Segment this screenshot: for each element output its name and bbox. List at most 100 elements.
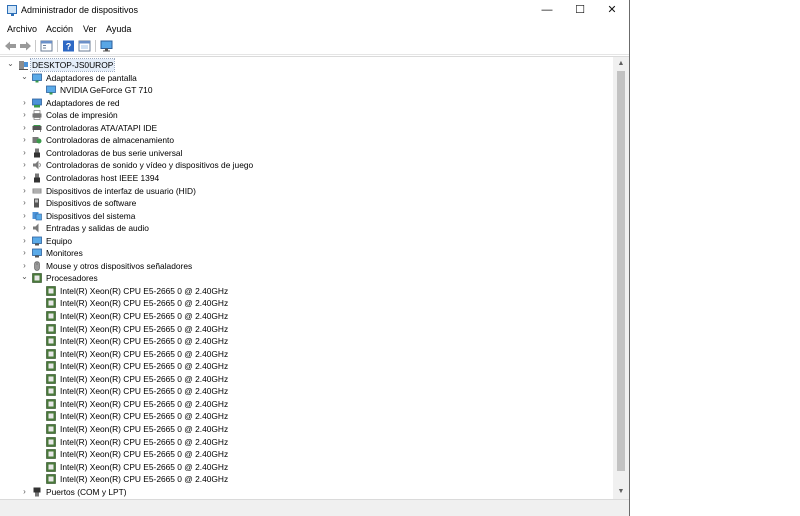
tree-device-item[interactable]: Intel(R) Xeon(R) CPU E5-2665 0 @ 2.40GHz — [0, 360, 612, 372]
view-icon[interactable] — [78, 40, 91, 52]
collapse-chevron-icon[interactable]: ⌄ — [6, 59, 15, 71]
storage-controller-icon — [32, 137, 42, 144]
toolbar-separator — [35, 40, 36, 52]
properties-icon[interactable] — [40, 40, 53, 52]
device-tree[interactable]: ⌄ DESKTOP-JS0UROP ⌄ Adaptadores de pantalla… — [0, 56, 629, 499]
maximize-button[interactable]: ☐ — [563, 0, 597, 20]
processor-icon — [46, 399, 56, 409]
scroll-down-arrow[interactable]: ▼ — [613, 485, 629, 499]
tree-item-label: Intel(R) Xeon(R) CPU E5-2665 0 @ 2.40GHz — [60, 298, 229, 309]
tree-device-item[interactable]: Intel(R) Xeon(R) CPU E5-2665 0 @ 2.40GHz — [0, 323, 612, 335]
tree-device-item[interactable]: Intel(R) Xeon(R) CPU E5-2665 0 @ 2.40GHz — [0, 423, 612, 435]
tree-category[interactable]: › Controladoras host IEEE 1394 — [0, 172, 612, 184]
tree-device-item[interactable]: Intel(R) Xeon(R) CPU E5-2665 0 @ 2.40GHz — [0, 461, 612, 473]
tree-category[interactable]: › Controladoras de bus serie universal — [0, 147, 612, 159]
processor-icon — [46, 336, 56, 346]
expand-chevron-icon[interactable]: › — [20, 210, 29, 222]
back-icon[interactable] — [4, 40, 17, 52]
tree-device-item[interactable]: Intel(R) Xeon(R) CPU E5-2665 0 @ 2.40GHz — [0, 373, 612, 385]
tree-item-label: Puertos (COM y LPT) — [46, 486, 127, 497]
tree-device-item[interactable]: Intel(R) Xeon(R) CPU E5-2665 0 @ 2.40GHz — [0, 398, 612, 410]
ieee1394-icon — [34, 173, 40, 183]
expand-chevron-icon[interactable]: › — [20, 172, 29, 184]
tree-category[interactable]: ⌄ Adaptadores de pantalla — [0, 72, 612, 84]
tree-item-label: Intel(R) Xeon(R) CPU E5-2665 0 @ 2.40GHz — [60, 361, 229, 372]
tree-category[interactable]: › Monitores — [0, 247, 612, 259]
audio-io-icon — [33, 223, 39, 233]
collapse-chevron-icon[interactable]: ⌄ — [20, 272, 29, 284]
help-icon[interactable]: ? — [62, 40, 75, 52]
tree-category[interactable]: › Colas de impresión — [0, 109, 612, 121]
minimize-button[interactable]: — — [530, 0, 564, 20]
tree-item-label: Controladoras ATA/ATAPI IDE — [46, 122, 158, 133]
tree-device-item[interactable]: NVIDIA GeForce GT 710 — [0, 84, 612, 96]
software-device-icon — [34, 198, 39, 208]
scroll-up-arrow[interactable]: ▲ — [613, 57, 629, 71]
tree-device-item[interactable]: Intel(R) Xeon(R) CPU E5-2665 0 @ 2.40GHz — [0, 436, 612, 448]
expand-chevron-icon[interactable]: › — [20, 247, 29, 259]
tree-item-label: Controladoras de bus serie universal — [46, 147, 183, 158]
tree-item-label: Intel(R) Xeon(R) CPU E5-2665 0 @ 2.40GHz — [60, 373, 229, 384]
processor-icon — [46, 298, 56, 309]
expand-chevron-icon[interactable]: › — [20, 486, 29, 498]
menu-accion[interactable]: Acción — [46, 24, 73, 34]
expand-chevron-icon[interactable]: › — [20, 109, 29, 121]
collapse-chevron-icon[interactable]: ⌄ — [20, 72, 29, 84]
tree-item-label: Intel(R) Xeon(R) CPU E5-2665 0 @ 2.40GHz — [60, 449, 229, 460]
scroll-thumb[interactable] — [617, 71, 625, 471]
expand-chevron-icon[interactable]: › — [20, 122, 29, 134]
tree-item-label: Intel(R) Xeon(R) CPU E5-2665 0 @ 2.40GHz — [60, 461, 229, 472]
usb-icon — [34, 148, 40, 158]
tree-category[interactable]: › Controladoras de sonido y vídeo y dispo… — [0, 159, 612, 171]
device-manager-window: Administrador de dispositivos — ☐ ✕ Arch… — [0, 0, 630, 516]
tree-category[interactable]: › Dispositivos del sistema — [0, 210, 612, 222]
title-bar[interactable]: Administrador de dispositivos — ☐ ✕ — [0, 0, 629, 20]
tree-device-item[interactable]: Intel(R) Xeon(R) CPU E5-2665 0 @ 2.40GHz — [0, 285, 612, 297]
tree-category[interactable]: › Adaptadores de red — [0, 97, 612, 109]
toolbar-separator — [57, 40, 58, 52]
menu-ayuda[interactable]: Ayuda — [106, 24, 131, 34]
tree-item-label: Intel(R) Xeon(R) CPU E5-2665 0 @ 2.40GHz — [60, 348, 229, 359]
expand-chevron-icon[interactable]: › — [20, 97, 29, 109]
menu-archivo[interactable]: Archivo — [7, 24, 37, 34]
tree-device-item[interactable]: Intel(R) Xeon(R) CPU E5-2665 0 @ 2.40GHz — [0, 297, 612, 309]
expand-chevron-icon[interactable]: › — [20, 222, 29, 234]
tree-category[interactable]: › Dispositivos de software — [0, 197, 612, 209]
tree-category[interactable]: ⌄ Procesadores — [0, 272, 612, 284]
tree-device-item[interactable]: Intel(R) Xeon(R) CPU E5-2665 0 @ 2.40GHz — [0, 385, 612, 397]
computer-root-icon — [19, 61, 28, 70]
tree-category[interactable]: › Entradas y salidas de audio — [0, 222, 612, 234]
tree-device-item[interactable]: Intel(R) Xeon(R) CPU E5-2665 0 @ 2.40GHz — [0, 410, 612, 422]
tree-device-item[interactable]: Intel(R) Xeon(R) CPU E5-2665 0 @ 2.40GHz — [0, 335, 612, 347]
monitor-icon[interactable] — [100, 40, 113, 52]
expand-chevron-icon[interactable]: › — [20, 134, 29, 146]
tree-category[interactable]: › Equipo — [0, 235, 612, 247]
close-button[interactable]: ✕ — [595, 0, 629, 20]
tree-category[interactable]: › Puertos (COM y LPT) — [0, 486, 612, 498]
expand-chevron-icon[interactable]: › — [20, 159, 29, 171]
tree-item-label: Intel(R) Xeon(R) CPU E5-2665 0 @ 2.40GHz — [60, 398, 229, 409]
tree-item-label: Dispositivos del sistema — [46, 210, 136, 221]
expand-chevron-icon[interactable]: › — [20, 260, 29, 272]
expand-chevron-icon[interactable]: › — [20, 197, 29, 209]
tree-category[interactable]: › Controladoras de almacenamiento — [0, 134, 612, 146]
expand-chevron-icon[interactable]: › — [20, 235, 29, 247]
tree-category[interactable]: › Mouse y otros dispositivos señaladores — [0, 260, 612, 272]
expand-chevron-icon[interactable]: › — [20, 147, 29, 159]
tree-item-label: Controladoras de sonido y vídeo y dispos… — [46, 160, 254, 171]
tree-root-computer[interactable]: ⌄ DESKTOP-JS0UROP — [0, 58, 612, 72]
tree-device-item[interactable]: Intel(R) Xeon(R) CPU E5-2665 0 @ 2.40GHz — [0, 348, 612, 360]
forward-icon[interactable] — [19, 40, 32, 52]
tree-item-label: Adaptadores de red — [46, 97, 120, 108]
tree-device-item[interactable]: Intel(R) Xeon(R) CPU E5-2665 0 @ 2.40GHz — [0, 310, 612, 322]
menu-ver[interactable]: Ver — [83, 24, 97, 34]
tree-item-label: Mouse y otros dispositivos señaladores — [46, 260, 193, 271]
tree-category[interactable]: › Dispositivos de interfaz de usuario (HI… — [0, 185, 612, 197]
tree-item-label: Controladoras host IEEE 1394 — [46, 172, 160, 183]
tree-device-item[interactable]: Intel(R) Xeon(R) CPU E5-2665 0 @ 2.40GHz — [0, 448, 612, 460]
expand-chevron-icon[interactable]: › — [20, 185, 29, 197]
processor-icon — [46, 311, 56, 321]
vertical-scrollbar[interactable]: ▲ ▼ — [613, 57, 629, 499]
tree-device-item[interactable]: Intel(R) Xeon(R) CPU E5-2665 0 @ 2.40GHz — [0, 473, 612, 485]
tree-category[interactable]: › Controladoras ATA/ATAPI IDE — [0, 122, 612, 134]
